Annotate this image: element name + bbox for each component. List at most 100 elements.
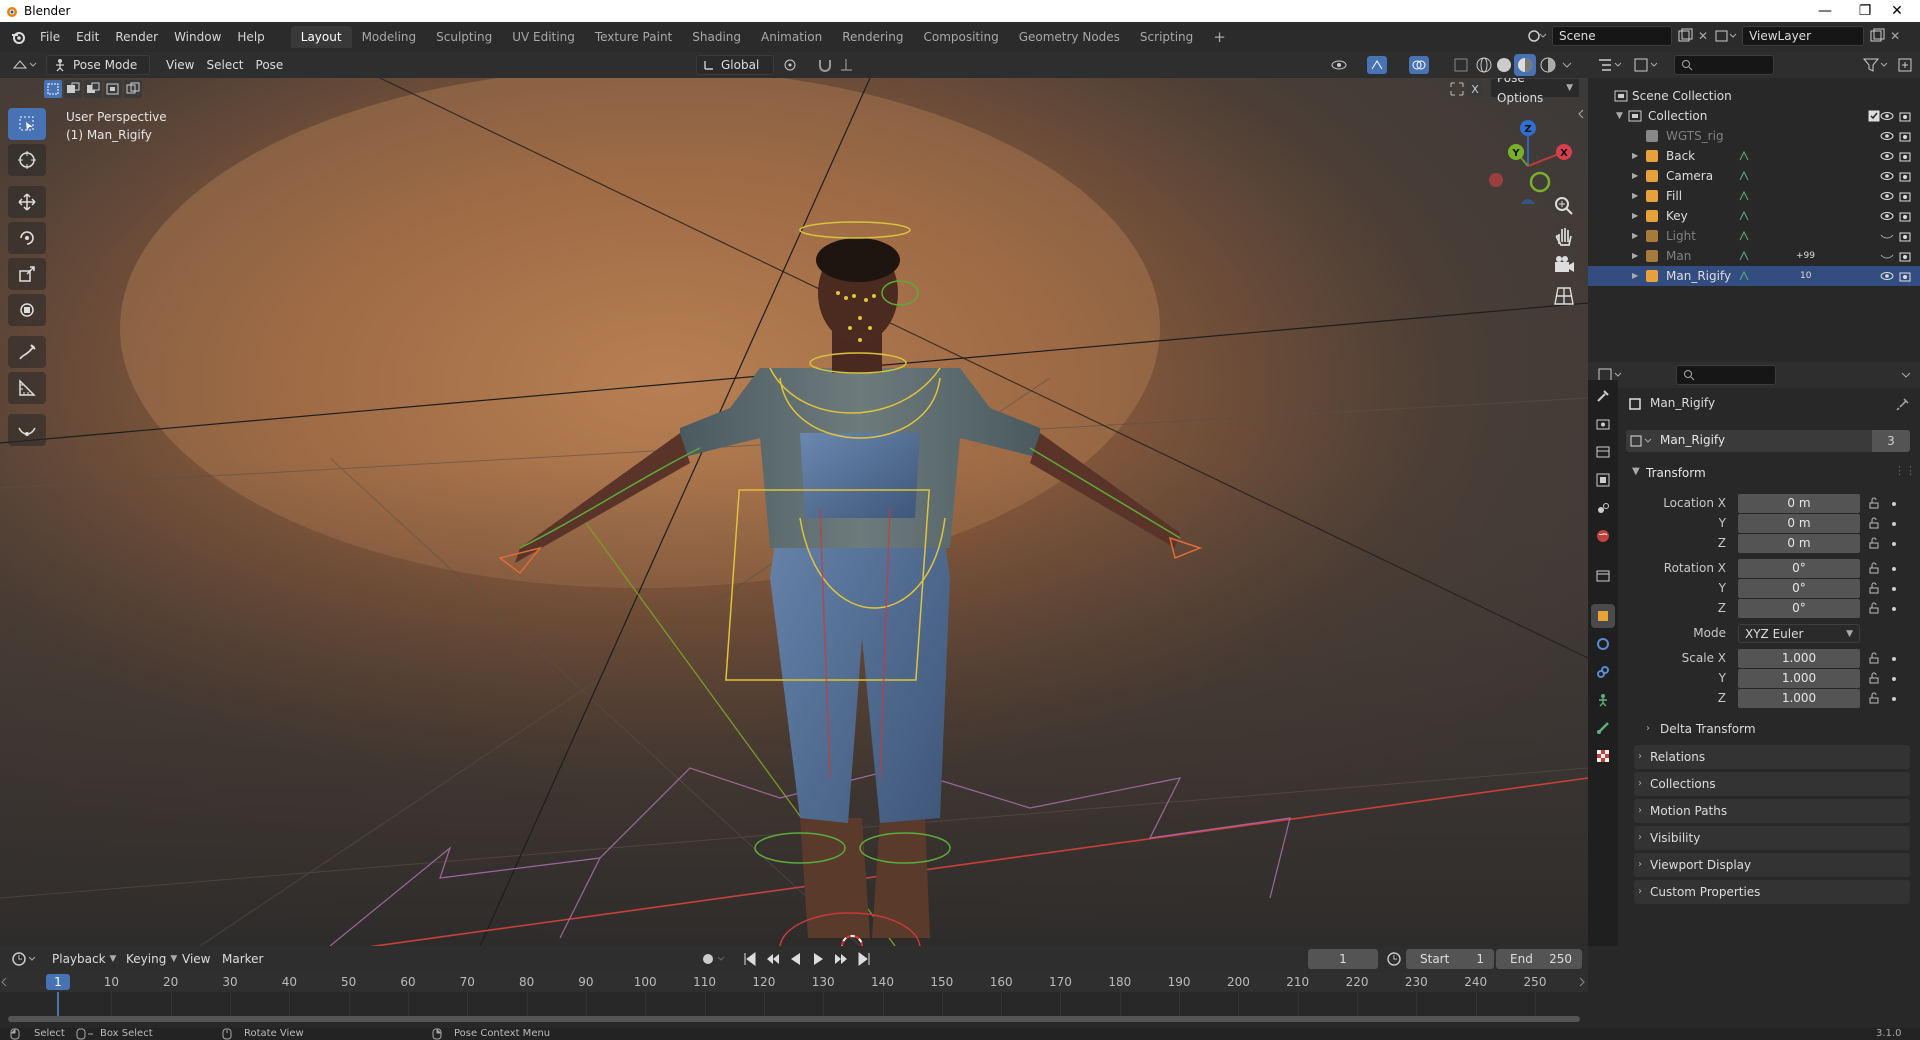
lock-icon[interactable] <box>1868 497 1880 509</box>
tool-select-box[interactable] <box>8 108 46 140</box>
transform-panel-header[interactable]: ▼ Transform ⋮⋮ <box>1626 462 1916 486</box>
scene-selector-icon[interactable] <box>1526 26 1548 46</box>
camera-render-icon[interactable] <box>1898 269 1912 283</box>
xray-toggle-icon[interactable] <box>1452 56 1470 74</box>
outliner-search-input[interactable] <box>1674 55 1774 75</box>
eye-icon[interactable] <box>1880 109 1894 123</box>
eye-icon[interactable] <box>1880 209 1894 223</box>
visibility-eye-icon[interactable] <box>1330 56 1360 74</box>
lock-icon[interactable] <box>1868 602 1880 614</box>
timeline-scrollbar[interactable] <box>8 1016 1580 1022</box>
tool-transform[interactable] <box>8 294 46 326</box>
tab-tool[interactable] <box>1591 384 1615 408</box>
tab-armature-data[interactable] <box>1591 688 1615 712</box>
menu-pose[interactable]: Pose <box>250 55 290 75</box>
camera-render-icon[interactable] <box>1898 229 1912 243</box>
tab-texture[interactable] <box>1591 744 1615 768</box>
camera-render-icon[interactable] <box>1898 169 1912 183</box>
keyframe-dot-icon[interactable] <box>1892 522 1896 526</box>
navigation-gizmo[interactable]: Z X Y <box>1480 108 1576 204</box>
keyframe-dot-icon[interactable] <box>1892 502 1896 506</box>
keyframe-dot-icon[interactable] <box>1892 542 1896 546</box>
rotation-mode-dropdown[interactable]: XYZ Euler ▼ <box>1738 624 1860 643</box>
current-frame-field[interactable]: 1 <box>1308 949 1378 969</box>
tab-scripting[interactable]: Scripting <box>1130 26 1203 48</box>
play-icon[interactable] <box>810 950 826 968</box>
expand-arrow-icon[interactable]: ▶ <box>1632 226 1638 246</box>
tab-uv-editing[interactable]: UV Editing <box>502 26 585 48</box>
lock-icon[interactable] <box>1868 652 1880 664</box>
tool-cursor[interactable] <box>8 144 46 176</box>
playhead[interactable]: 1 <box>46 974 70 990</box>
pivot-point-icon[interactable] <box>782 56 812 74</box>
delete-scene-icon[interactable]: ✕ <box>1698 29 1708 43</box>
tab-shading[interactable]: Shading <box>682 26 751 48</box>
keyframe-dot-icon[interactable] <box>1892 587 1896 591</box>
menu-edit[interactable]: Edit <box>68 26 107 48</box>
shading-options-icon[interactable] <box>1560 57 1574 73</box>
data-block-selector[interactable]: Man_Rigify 3 <box>1626 430 1910 452</box>
overlays-toggle-icon[interactable] <box>1408 55 1440 75</box>
scroll-left-icon[interactable] <box>0 976 8 988</box>
menu-file[interactable]: File <box>32 26 68 48</box>
outliner-editor-type-icon[interactable] <box>1596 56 1626 74</box>
lock-icon[interactable] <box>1868 537 1880 549</box>
tab-world[interactable] <box>1591 524 1615 548</box>
pose-options-dropdown[interactable]: Pose Options ▼ <box>1490 78 1580 105</box>
panel-relations[interactable]: › Relations <box>1634 745 1910 769</box>
expand-arrow-icon[interactable]: ▶ <box>1632 206 1638 226</box>
jump-start-icon[interactable] <box>742 950 758 968</box>
rotation-y-field[interactable]: 0° <box>1738 579 1860 598</box>
lock-icon[interactable] <box>1868 562 1880 574</box>
timeline-area[interactable]: 10 20 30 40 50 60 70 80 90 100 110 120 130 140 150 160 1… <box>0 972 1588 1028</box>
start-frame-field[interactable]: Start 1 <box>1406 949 1494 969</box>
expand-arrow-icon[interactable]: ▶ <box>1632 246 1638 266</box>
material-shading-icon[interactable] <box>1514 54 1536 76</box>
keyframe-dot-icon[interactable] <box>1892 607 1896 611</box>
keyframe-dot-icon[interactable] <box>1892 677 1896 681</box>
lock-icon[interactable] <box>1868 692 1880 704</box>
outliner-item[interactable]: ▶ Camera <box>1588 166 1920 186</box>
pin-icon[interactable] <box>1896 397 1910 411</box>
eye-icon[interactable] <box>1880 189 1894 203</box>
location-y-field[interactable]: 0 m <box>1738 514 1860 533</box>
expand-arrow-icon[interactable]: ▶ <box>1632 166 1638 186</box>
camera-render-icon[interactable] <box>1898 249 1912 263</box>
zoom-icon[interactable] <box>1552 194 1576 218</box>
scale-x-field[interactable]: 1.000 <box>1738 649 1860 668</box>
outliner-item[interactable]: ▶ Back <box>1588 146 1920 166</box>
camera-render-icon[interactable] <box>1898 189 1912 203</box>
outliner-item[interactable]: ▶ Light <box>1588 226 1920 246</box>
properties-search-input[interactable] <box>1676 365 1776 385</box>
object-gizmos-icon[interactable]: X <box>1448 80 1484 98</box>
data-link-icon[interactable] <box>1738 270 1750 282</box>
properties-options-icon[interactable] <box>1900 368 1912 382</box>
timeline-editor-type-icon[interactable] <box>10 950 40 968</box>
delete-view-layer-icon[interactable]: ✕ <box>1890 29 1900 43</box>
close-icon[interactable]: ✕ <box>1874 0 1920 22</box>
next-keyframe-icon[interactable] <box>832 950 850 968</box>
rendered-shading-icon[interactable] <box>1538 55 1558 75</box>
tab-constraints[interactable] <box>1591 660 1615 684</box>
panel-motion-paths[interactable]: › Motion Paths <box>1634 799 1910 823</box>
data-link-icon[interactable] <box>1738 230 1750 242</box>
camera-view-icon[interactable] <box>1552 254 1576 278</box>
tool-annotate[interactable] <box>8 336 46 368</box>
tab-geometry-nodes[interactable]: Geometry Nodes <box>1009 26 1130 48</box>
tab-sculpting[interactable]: Sculpting <box>426 26 502 48</box>
outliner-collection[interactable]: ▼ Collection <box>1588 106 1920 126</box>
tab-collection[interactable] <box>1591 564 1615 588</box>
eye-icon[interactable] <box>1880 169 1894 183</box>
data-link-icon[interactable] <box>1738 250 1750 262</box>
rotation-z-field[interactable]: 0° <box>1738 599 1860 618</box>
end-frame-field[interactable]: End 250 <box>1496 949 1582 969</box>
camera-render-icon[interactable] <box>1898 209 1912 223</box>
mode-dropdown[interactable]: Pose Mode <box>46 55 150 75</box>
snap-icon[interactable] <box>816 56 836 74</box>
camera-render-icon[interactable] <box>1898 109 1912 123</box>
outliner-item[interactable]: ▶ Key <box>1588 206 1920 226</box>
tab-modeling[interactable]: Modeling <box>352 26 427 48</box>
solid-shading-icon[interactable] <box>1494 55 1514 75</box>
tab-bone[interactable] <box>1591 716 1615 740</box>
select-new-icon[interactable] <box>44 80 62 98</box>
